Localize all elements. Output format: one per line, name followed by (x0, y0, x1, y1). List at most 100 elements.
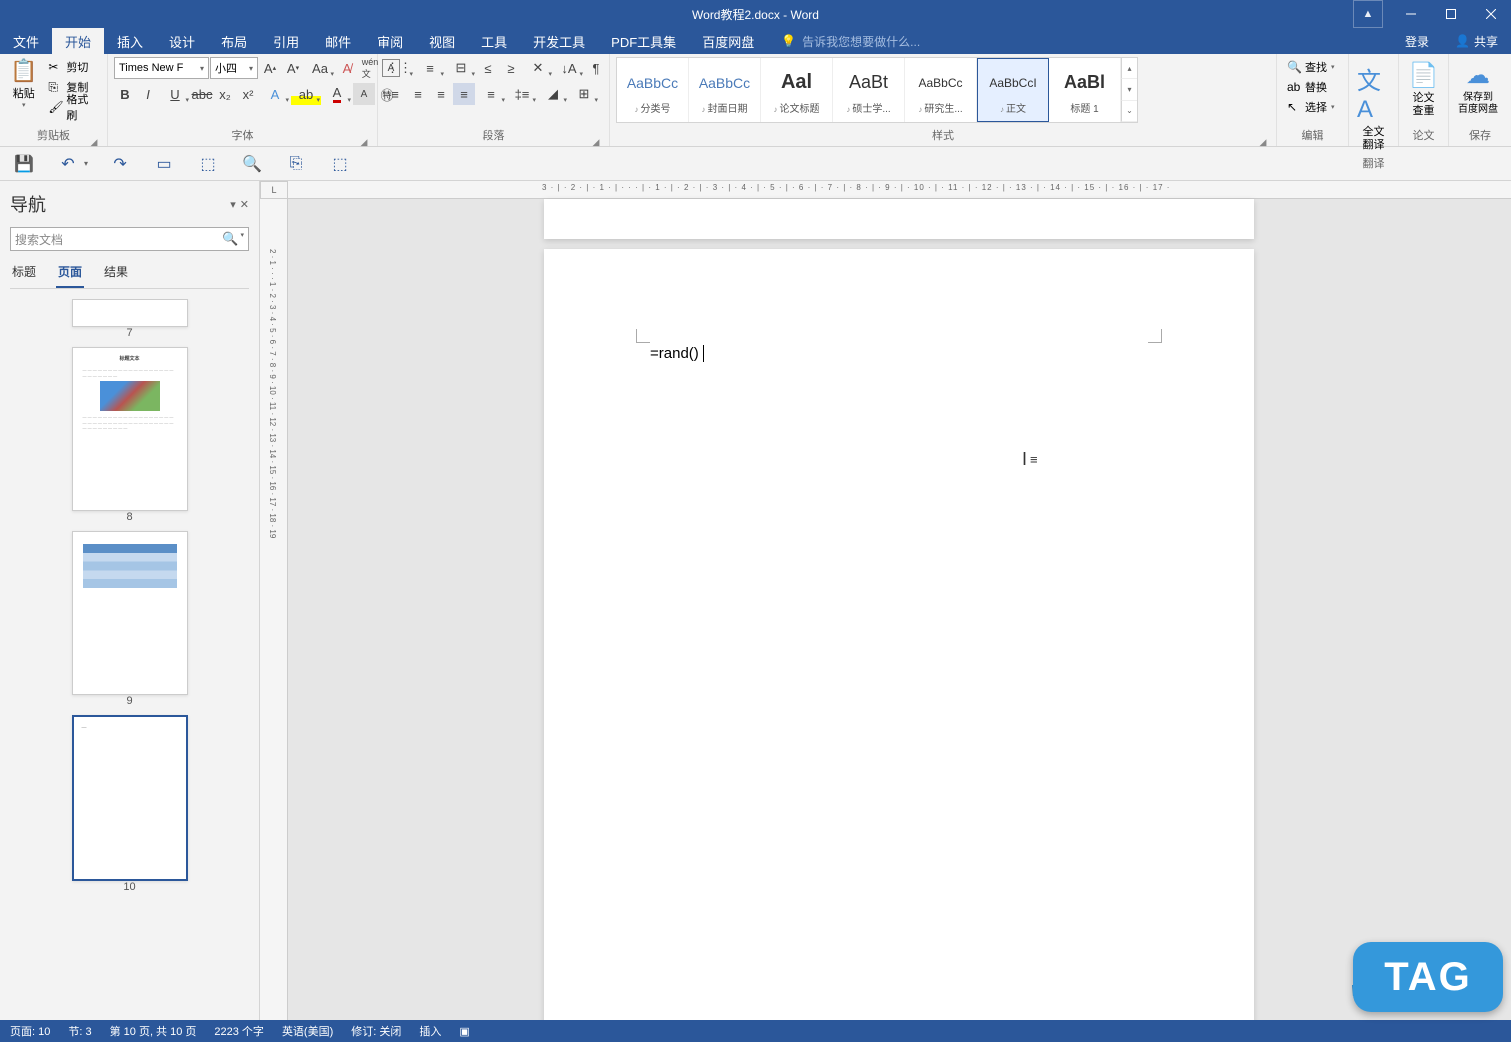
superscript-button[interactable]: x² (237, 83, 259, 105)
paste-button[interactable]: 📋 粘贴 ▾ (6, 57, 41, 111)
maximize-button[interactable] (1431, 0, 1471, 28)
tab-design[interactable]: 设计 (156, 28, 208, 54)
align-center-button[interactable]: ≡ (407, 83, 429, 105)
qat-btn-7[interactable]: ⎘ (284, 152, 308, 176)
change-case-button[interactable]: Aa (305, 57, 335, 79)
translate-button[interactable]: 文A 全文 翻译 (1355, 57, 1392, 156)
select-button[interactable]: ↖选择▾ (1283, 97, 1339, 117)
cut-button[interactable]: ✂剪切 (44, 57, 101, 77)
increase-indent-button[interactable]: ≥ (500, 57, 522, 79)
highlight-button[interactable]: ab (291, 83, 321, 105)
tab-developer[interactable]: 开发工具 (520, 28, 598, 54)
save-button[interactable]: 💾 (12, 152, 36, 176)
paper-check-button[interactable]: 📄 论文 查重 (1405, 57, 1442, 122)
bold-button[interactable]: B (114, 83, 136, 105)
show-hide-marks-button[interactable]: ¶ (585, 57, 607, 79)
underline-button[interactable]: U (160, 83, 190, 105)
page-thumbnail-8[interactable]: 标题文本 — — — — — — — — — — — — — — — — — —… (72, 347, 188, 511)
style-item-1[interactable]: AaBbCc♪封面日期 (689, 58, 761, 122)
undo-button[interactable]: ↶ (56, 152, 80, 176)
nav-search-input[interactable]: 搜索文档 🔍▾ (10, 227, 249, 251)
styles-scroll-up[interactable]: ▴ (1121, 58, 1137, 79)
minimize-button[interactable] (1391, 0, 1431, 28)
qat-btn-8[interactable]: ⬚ (328, 152, 352, 176)
qat-btn-5[interactable]: ⬚ (196, 152, 220, 176)
sort-button[interactable]: ↓A (554, 57, 584, 79)
redo-button[interactable]: ↷ (108, 152, 132, 176)
tab-review[interactable]: 审阅 (364, 28, 416, 54)
save-to-cloud-button[interactable]: ☁ 保存到 百度网盘 (1455, 57, 1501, 120)
status-page-of[interactable]: 第 10 页, 共 10 页 (110, 1023, 197, 1039)
find-button[interactable]: 🔍查找▾ (1283, 57, 1339, 77)
login-button[interactable]: 登录 (1392, 28, 1442, 54)
grow-font-button[interactable]: A▴ (259, 57, 281, 79)
page-thumbnail-10[interactable]: — (72, 715, 188, 881)
status-insert-mode[interactable]: 插入 (419, 1023, 441, 1039)
status-word-count[interactable]: 2223 个字 (214, 1023, 264, 1039)
share-button[interactable]: 👤 共享 (1442, 28, 1511, 54)
nav-tab-pages[interactable]: 页面 (56, 263, 84, 288)
status-section[interactable]: 节: 3 (68, 1023, 91, 1039)
ribbon-display-options-icon[interactable]: ▲ (1353, 0, 1383, 28)
tab-home[interactable]: 开始 (52, 28, 104, 54)
qat-btn-6[interactable]: 🔍 (240, 152, 264, 176)
font-dialog-launcher[interactable]: ◢ (359, 134, 369, 144)
italic-button[interactable]: I (137, 83, 159, 105)
style-item-6[interactable]: AaBl标题 1 (1049, 58, 1121, 122)
style-item-3[interactable]: AaBt♪硕士学... (833, 58, 905, 122)
nav-close-icon[interactable]: ✕ (240, 198, 249, 211)
tab-layout[interactable]: 布局 (208, 28, 260, 54)
page-thumbnail-7[interactable] (72, 299, 188, 327)
status-track-changes[interactable]: 修订: 关闭 (351, 1023, 401, 1039)
format-painter-button[interactable]: 🖌格式刷 (44, 97, 101, 117)
styles-gallery[interactable]: AaBbCc♪分类号 AaBbCc♪封面日期 Aal♪论文标题 AaBt♪硕士学… (616, 57, 1138, 123)
status-page[interactable]: 页面: 10 (10, 1023, 50, 1039)
document-page[interactable]: =rand() I≡ (544, 249, 1254, 1020)
ruler-corner[interactable]: L (260, 181, 288, 199)
tab-mailings[interactable]: 邮件 (312, 28, 364, 54)
style-item-5[interactable]: AaBbCcI♪正文 (977, 58, 1049, 122)
numbering-button[interactable]: ≡ (415, 57, 445, 79)
justify-button[interactable]: ≡ (453, 83, 475, 105)
document-text[interactable]: =rand() (650, 345, 704, 363)
replace-button[interactable]: ab替换 (1283, 77, 1331, 97)
tab-view[interactable]: 视图 (416, 28, 468, 54)
close-button[interactable] (1471, 0, 1511, 28)
paragraph-dialog-launcher[interactable]: ◢ (591, 134, 601, 144)
styles-more[interactable]: ⌄ (1121, 101, 1137, 122)
tab-baidu[interactable]: 百度网盘 (689, 28, 767, 54)
styles-dialog-launcher[interactable]: ◢ (1258, 134, 1268, 144)
tab-tools[interactable]: 工具 (468, 28, 520, 54)
font-name-combo[interactable]: Times New F▾ (114, 57, 209, 79)
page-thumbnail-9[interactable] (72, 531, 188, 695)
vertical-ruler[interactable]: 2 · 1 · · · 1 · 2 · 3 · 4 · 5 · 6 · 7 · … (260, 199, 288, 1020)
asian-layout-button[interactable]: ✕ (523, 57, 553, 79)
tab-pdf[interactable]: PDF工具集 (598, 28, 689, 54)
shrink-font-button[interactable]: A▾ (282, 57, 304, 79)
font-size-combo[interactable]: 小四▾ (210, 57, 258, 79)
macro-record-icon[interactable]: ▣ (459, 1025, 469, 1038)
decrease-indent-button[interactable]: ≤ (477, 57, 499, 79)
horizontal-ruler[interactable]: 3 · | · 2 · | · 1 · | · · · | · 1 · | · … (288, 181, 1511, 199)
borders-button[interactable]: ⊞ (569, 83, 599, 105)
font-color-button[interactable]: A (322, 83, 352, 105)
nav-tab-headings[interactable]: 标题 (10, 263, 38, 288)
status-language[interactable]: 英语(美国) (282, 1023, 333, 1039)
align-left-button[interactable]: ≡ (384, 83, 406, 105)
multilevel-list-button[interactable]: ⊟ (446, 57, 476, 79)
clipboard-dialog-launcher[interactable]: ◢ (89, 134, 99, 144)
tab-file[interactable]: 文件 (0, 28, 52, 54)
styles-scroll-down[interactable]: ▾ (1121, 79, 1137, 100)
nav-dropdown-icon[interactable]: ▾ (230, 198, 236, 211)
bullets-button[interactable]: ⋮⋮ (384, 57, 414, 79)
clear-formatting-button[interactable]: A̸ (336, 57, 358, 79)
line-spacing-button[interactable]: ‡≡ (507, 83, 537, 105)
style-item-4[interactable]: AaBbCc♪研究生... (905, 58, 977, 122)
tab-references[interactable]: 引用 (260, 28, 312, 54)
strikethrough-button[interactable]: abc (191, 83, 213, 105)
subscript-button[interactable]: x₂ (214, 83, 236, 105)
style-item-0[interactable]: AaBbCc♪分类号 (617, 58, 689, 122)
tab-insert[interactable]: 插入 (104, 28, 156, 54)
distribute-button[interactable]: ≡ (476, 83, 506, 105)
nav-tab-results[interactable]: 结果 (102, 263, 130, 288)
